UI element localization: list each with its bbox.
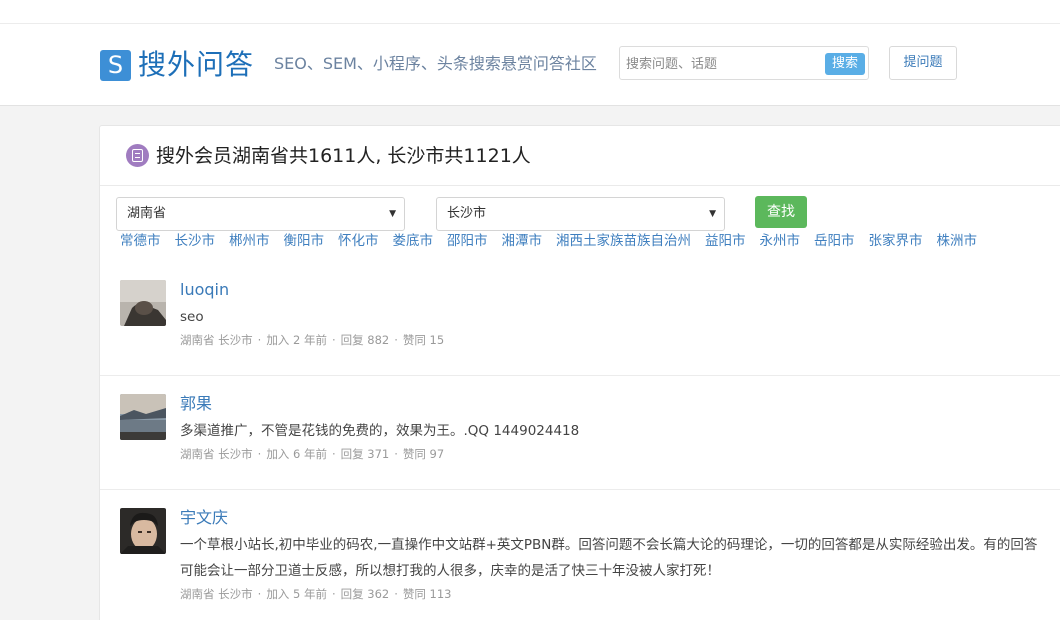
document-icon xyxy=(126,144,149,167)
member-likes: 赞同 15 xyxy=(402,333,445,347)
member-joined: 加入 5 年前 xyxy=(266,587,327,601)
member-description: 一个草根小站长,初中毕业的码农,一直操作中文站群+英文PBN群。回答问题不会长篇… xyxy=(180,537,1038,579)
city-link[interactable]: 株洲市 xyxy=(937,232,978,250)
site-logo[interactable]: S 搜外问答 xyxy=(100,49,254,81)
member-meta: 湖南省 长沙市 · 加入 6 年前 · 回复 371 · 赞同 97 xyxy=(180,447,445,461)
panel-header: 搜外会员湖南省共1611人, 长沙市共1121人 xyxy=(100,126,1060,186)
page-title: 搜外会员湖南省共1611人, 长沙市共1121人 xyxy=(156,145,531,167)
avatar[interactable] xyxy=(120,508,166,554)
member-meta: 湖南省 长沙市 · 加入 2 年前 · 回复 882 · 赞同 15 xyxy=(180,333,445,347)
member-meta: 湖南省 长沙市 · 加入 5 年前 · 回复 362 · 赞同 113 xyxy=(180,587,452,601)
province-select-value: 湖南省 xyxy=(127,206,167,221)
city-link[interactable]: 湘西土家族苗族自治州 xyxy=(556,232,691,250)
site-header: S 搜外问答 SEO、SEM、小程序、头条搜索悬赏问答社区 搜索 提问题 xyxy=(0,24,1060,106)
province-select[interactable]: 湖南省 ▼ xyxy=(116,197,405,231)
city-link[interactable]: 张家界市 xyxy=(869,232,923,250)
member-joined: 加入 6 年前 xyxy=(266,447,327,461)
city-link[interactable]: 永州市 xyxy=(760,232,801,250)
member-item: luoqin seo 湖南省 长沙市 · 加入 2 年前 · 回复 882 · 赞同 15 xyxy=(100,262,1060,376)
member-item: 宇文庆 一个草根小站长,初中毕业的码农,一直操作中文站群+英文PBN群。回答问题… xyxy=(100,490,1060,620)
search-box: 搜索 xyxy=(619,46,869,80)
city-link[interactable]: 岳阳市 xyxy=(814,232,855,250)
find-button[interactable]: 查找 xyxy=(755,196,807,228)
members-panel: 搜外会员湖南省共1611人, 长沙市共1121人 湖南省 ▼ 长沙市 ▼ 查找 … xyxy=(99,125,1060,620)
logo-text: 搜外问答 xyxy=(138,48,255,81)
member-description: seo xyxy=(180,309,204,325)
member-description: 多渠道推广，不管是花钱的免费的，效果为王。.QQ 1449024418 xyxy=(180,423,580,439)
top-strip xyxy=(0,0,1060,24)
member-name[interactable]: 宇文庆 xyxy=(180,508,228,528)
member-location: 湖南省 长沙市 xyxy=(180,447,253,461)
ask-question-button[interactable]: 提问题 xyxy=(889,46,957,80)
member-name[interactable]: 郭果 xyxy=(180,394,212,414)
city-link[interactable]: 邵阳市 xyxy=(447,232,488,250)
member-replies: 回复 362 xyxy=(340,587,390,601)
avatar[interactable] xyxy=(120,394,166,440)
city-link[interactable]: 衡阳市 xyxy=(284,232,325,250)
search-button[interactable]: 搜索 xyxy=(825,53,865,75)
member-replies: 回复 371 xyxy=(340,447,390,461)
city-link[interactable]: 郴州市 xyxy=(229,232,270,250)
city-link[interactable]: 益阳市 xyxy=(705,232,746,250)
city-link[interactable]: 常德市 xyxy=(120,232,161,250)
city-link[interactable]: 湘潭市 xyxy=(502,232,543,250)
member-location: 湖南省 长沙市 xyxy=(180,587,253,601)
city-select[interactable]: 长沙市 ▼ xyxy=(436,197,725,231)
member-name[interactable]: luoqin xyxy=(180,280,229,300)
city-link[interactable]: 娄底市 xyxy=(393,232,434,250)
member-likes: 赞同 113 xyxy=(402,587,452,601)
logo-mark-icon: S xyxy=(100,49,131,81)
chevron-down-icon: ▼ xyxy=(709,209,716,219)
site-tagline: SEO、SEM、小程序、头条搜索悬赏问答社区 xyxy=(274,54,597,73)
city-link[interactable]: 怀化市 xyxy=(338,232,379,250)
member-item: 郭果 多渠道推广，不管是花钱的免费的，效果为王。.QQ 1449024418 湖… xyxy=(100,376,1060,490)
member-joined: 加入 2 年前 xyxy=(266,333,327,347)
search-input[interactable] xyxy=(626,54,816,74)
chevron-down-icon: ▼ xyxy=(389,209,396,219)
member-likes: 赞同 97 xyxy=(402,447,445,461)
city-select-value: 长沙市 xyxy=(447,206,487,221)
member-replies: 回复 882 xyxy=(340,333,390,347)
member-location: 湖南省 长沙市 xyxy=(180,333,253,347)
city-link[interactable]: 长沙市 xyxy=(175,232,216,250)
city-links: 常德市 长沙市 郴州市 衡阳市 怀化市 娄底市 邵阳市 湘潭市 湘西土家族苗族自… xyxy=(120,232,991,250)
avatar[interactable] xyxy=(120,280,166,326)
